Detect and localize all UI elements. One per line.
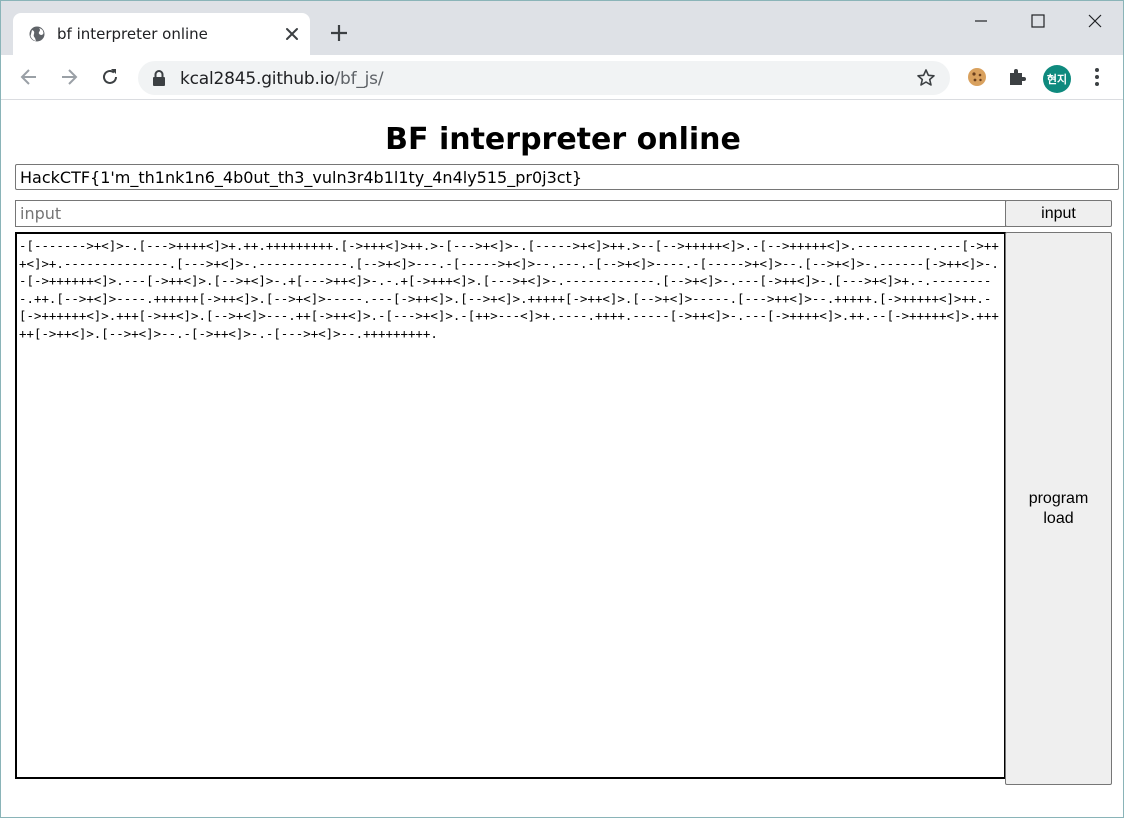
page-title: BF interpreter online [385,122,741,157]
puzzle-icon[interactable] [1006,66,1028,88]
star-icon[interactable] [916,68,936,88]
lock-icon[interactable] [152,70,166,86]
globe-icon [29,26,45,42]
minimize-icon[interactable] [969,9,993,33]
input-button[interactable]: input [1005,200,1112,227]
browser-window: bf interpreter online kcal2845.github.io… [0,0,1124,818]
maximize-icon[interactable] [1026,9,1050,33]
forward-icon[interactable] [58,66,80,88]
browser-toolbar: kcal2845.github.io/bf_js/ 현지 [1,55,1123,100]
back-icon[interactable] [18,66,40,88]
program-code-textarea[interactable]: -[------->+<]>-.[--->++++<]>+.++.+++++++… [15,232,1006,779]
input-field[interactable]: input [15,200,1006,227]
page-content: BF interpreter online HackCTF{1'm_th1nk1… [1,100,1123,817]
output-field[interactable]: HackCTF{1'm_th1nk1n6_4b0ut_th3_vuln3r4b1… [15,164,1119,190]
url-text[interactable]: kcal2845.github.io/bf_js/ [180,69,384,89]
url-host: kcal2845.github.io [180,69,335,89]
plus-icon[interactable] [329,23,349,43]
close-icon[interactable] [283,25,301,43]
browser-tab[interactable]: bf interpreter online [13,13,310,55]
program-load-button[interactable]: program load [1005,232,1112,785]
tab-title: bf interpreter online [57,25,208,43]
reload-icon[interactable] [99,66,121,88]
tab-strip: bf interpreter online [1,1,1123,55]
address-bar[interactable]: kcal2845.github.io/bf_js/ [138,61,950,95]
avatar[interactable]: 현지 [1043,65,1071,93]
url-path: /bf_js/ [334,69,384,89]
window-close-icon[interactable] [1083,9,1107,33]
cookie-icon[interactable] [966,66,988,88]
menu-dots-icon[interactable] [1086,66,1108,88]
program-load-label: program load [1028,489,1089,527]
